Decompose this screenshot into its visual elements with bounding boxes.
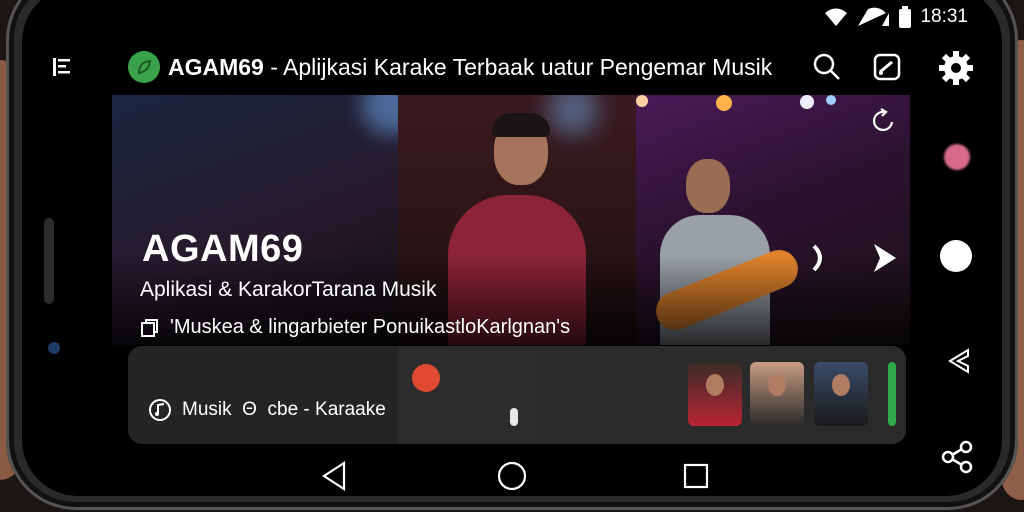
thumbnail-more[interactable] [888, 362, 896, 426]
thumbnail-singer-2[interactable] [750, 362, 804, 426]
cast-icon[interactable] [870, 50, 904, 84]
guitarist-head [686, 159, 730, 213]
previous-arc-icon[interactable] [810, 240, 828, 276]
wifi-icon [825, 8, 848, 26]
speaker-grille [44, 218, 54, 304]
thumbnail-face [832, 374, 850, 396]
player-label-text: Musik Θ cbe - Karaake [182, 399, 386, 420]
refresh-icon[interactable] [868, 106, 898, 136]
leaf-logo-icon [128, 51, 160, 83]
home-circle-icon[interactable] [496, 460, 528, 492]
progress-knob[interactable] [510, 408, 518, 426]
thumbnail-singer-1[interactable] [688, 362, 742, 426]
copy-icon [141, 318, 158, 337]
hero-banner[interactable] [112, 95, 910, 345]
signal-icon [858, 7, 890, 27]
status-time: 18:31 [920, 6, 968, 27]
player-left [128, 346, 398, 444]
hero-title: AGAM69 [142, 228, 304, 270]
app-title-rest: - Aplijkasi Karake Terbaak uatur Pengema… [263, 53, 773, 80]
back-arrow-icon[interactable] [944, 346, 974, 376]
system-nav-bar [0, 454, 1024, 500]
app-title: AGAM69 - Aplijkasi Karake Terbaak uatur … [168, 54, 772, 81]
hero-info-text: 'Muskea & lingarbieter PonuikastloKarlgn… [170, 316, 571, 338]
recent-square-icon[interactable] [682, 462, 710, 490]
player-label: Musik Θ cbe - Karaake [148, 398, 386, 422]
app-title-brand: AGAM69 [168, 53, 264, 80]
player-card[interactable]: Musik Θ cbe - Karaake [128, 346, 906, 444]
menu-icon[interactable] [44, 50, 78, 84]
singer-hair [492, 113, 550, 137]
chevron-right-icon[interactable] [866, 240, 902, 276]
record-indicator[interactable] [412, 364, 440, 392]
thumbnail-face [706, 374, 724, 396]
hero-info: 'Muskea & lingarbieter PonuikastloKarlgn… [140, 316, 570, 339]
app-bar: AGAM69 - Aplijkasi Karake Terbaak uatur … [44, 40, 918, 94]
thumbnail-face [768, 374, 786, 396]
stage-light-dot [944, 144, 970, 170]
battery-icon [899, 6, 912, 28]
front-camera [48, 342, 60, 354]
search-icon[interactable] [810, 50, 844, 84]
status-bar: 18:31 [824, 6, 968, 28]
record-button[interactable] [940, 240, 972, 272]
hero-subtitle: Aplikasi & KarakorTarana Musik [140, 278, 437, 301]
back-triangle-icon[interactable] [320, 460, 348, 492]
music-note-icon [149, 399, 171, 421]
settings-icon[interactable] [936, 48, 976, 88]
thumbnail-band[interactable] [814, 362, 868, 426]
